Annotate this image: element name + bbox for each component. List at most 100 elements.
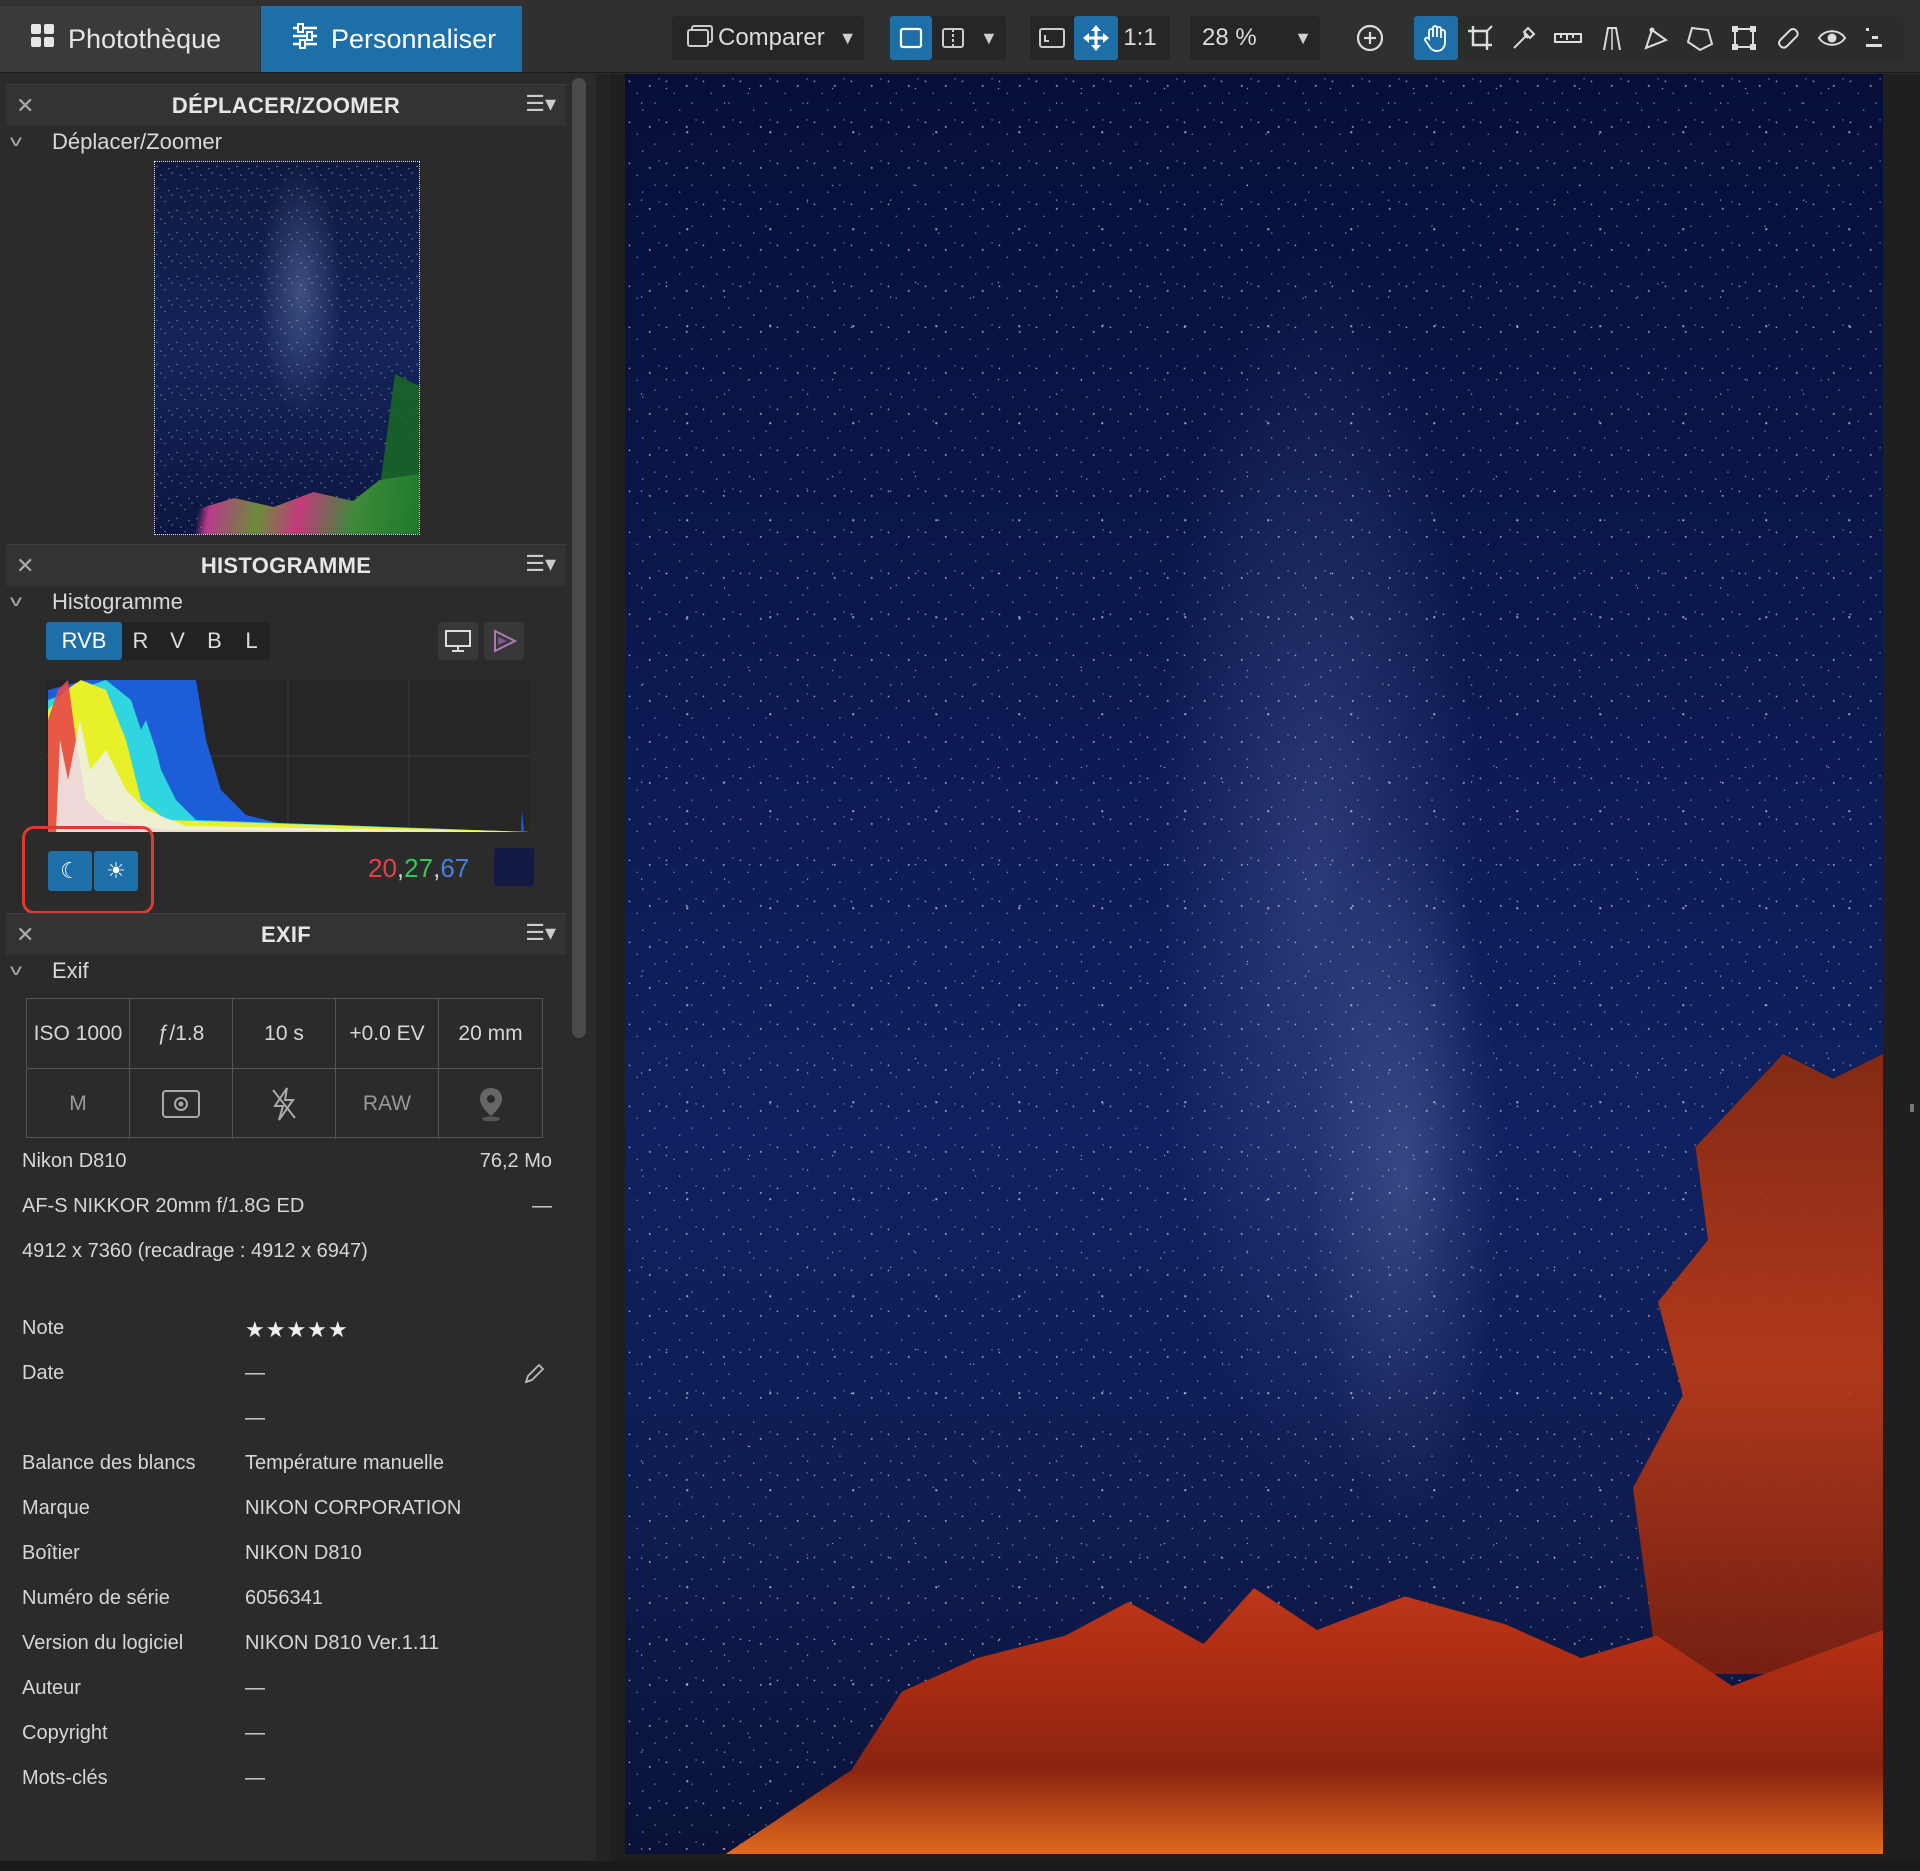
fit-screen-icon bbox=[1039, 28, 1065, 48]
shadow-clipping-button[interactable]: ☾ bbox=[48, 851, 92, 891]
lens-extra: — bbox=[532, 1195, 552, 1217]
move-icon bbox=[1083, 25, 1109, 51]
zoom-value: 28 % bbox=[1202, 24, 1257, 51]
exposure-comp-value: +0.0 EV bbox=[336, 999, 439, 1069]
sun-icon: ☀ bbox=[106, 858, 126, 883]
exif-section-toggle[interactable]: v Exif bbox=[10, 955, 89, 987]
channel-rvb-button[interactable]: RVB bbox=[46, 622, 122, 660]
panel-splitter[interactable] bbox=[596, 74, 610, 1861]
rating-stars[interactable]: ★★★★★ bbox=[245, 1317, 349, 1343]
meta-row-brand: Marque NIKON CORPORATION bbox=[22, 1497, 552, 1527]
polygon-icon bbox=[1686, 26, 1714, 52]
single-view-button[interactable] bbox=[890, 16, 932, 60]
single-view-icon bbox=[899, 27, 923, 49]
meta-key: Boîtier bbox=[22, 1542, 80, 1564]
preview-button[interactable] bbox=[1810, 16, 1854, 60]
chevron-down-icon: ▼ bbox=[1294, 27, 1312, 48]
meta-key: Numéro de série bbox=[22, 1587, 170, 1609]
meta-key: Mots-clés bbox=[22, 1767, 108, 1789]
exif-panel-title: EXIF bbox=[260, 922, 312, 947]
readout-separator: , bbox=[433, 853, 441, 883]
split-view-button[interactable] bbox=[932, 16, 974, 60]
readout-separator: , bbox=[396, 853, 405, 883]
meta-key: Copyright bbox=[22, 1722, 108, 1744]
focal-length-value: 20 mm bbox=[439, 999, 542, 1069]
metering-icon bbox=[130, 1069, 233, 1139]
exif-panel-header[interactable]: ✕ EXIF ☰▾ bbox=[6, 913, 566, 955]
chevron-down-icon[interactable]: ▼ bbox=[980, 28, 998, 49]
navigator-section-label: Déplacer/Zoomer bbox=[52, 129, 222, 154]
control-point-tool-button[interactable] bbox=[1634, 16, 1678, 60]
readout-blue: 67 bbox=[440, 853, 470, 883]
channel-l-button[interactable]: L bbox=[233, 622, 270, 660]
perspective-icon bbox=[1603, 27, 1621, 51]
highlight-clipping-button[interactable]: ☀ bbox=[94, 851, 138, 891]
menu-icon[interactable]: ☰▾ bbox=[525, 920, 556, 946]
meta-value: NIKON CORPORATION bbox=[245, 1497, 462, 1519]
fit-screen-button[interactable] bbox=[1030, 16, 1074, 60]
meta-key: Version du logiciel bbox=[22, 1632, 184, 1654]
meta-value: — bbox=[245, 1677, 265, 1699]
navigator-panel-header[interactable]: ✕ DÉPLACER/ZOOMER ☰▾ bbox=[6, 84, 566, 126]
meta-row-copyright: Copyright — bbox=[22, 1722, 552, 1752]
camera-line: Nikon D810 76,2 Mo bbox=[22, 1150, 552, 1173]
channel-v-button[interactable]: V bbox=[159, 622, 196, 660]
bandage-icon bbox=[1778, 28, 1799, 49]
navigator-thumbnail[interactable] bbox=[154, 161, 420, 535]
meta-row-software: Version du logiciel NIKON D810 Ver.1.11 bbox=[22, 1632, 552, 1662]
channel-r-button[interactable]: R bbox=[122, 622, 159, 660]
straighten-icon bbox=[1554, 33, 1582, 43]
fit-group: 1:1 bbox=[1030, 16, 1170, 60]
left-panel-scrollbar[interactable] bbox=[572, 78, 586, 1038]
repair-tool-button[interactable] bbox=[1766, 16, 1810, 60]
gamut-warning-button[interactable] bbox=[484, 622, 524, 660]
image-viewer[interactable] bbox=[610, 74, 1920, 1861]
polygon-tool-button[interactable] bbox=[1678, 16, 1722, 60]
meta-value: Température manuelle bbox=[245, 1452, 444, 1474]
menu-icon[interactable]: ☰▾ bbox=[525, 551, 556, 577]
compare-button[interactable]: Comparer ▼ bbox=[672, 16, 864, 60]
more-tools-button[interactable] bbox=[1854, 16, 1894, 60]
camera-name: Nikon D810 bbox=[22, 1150, 127, 1172]
histogram-section-toggle[interactable]: v Histogramme bbox=[10, 586, 183, 618]
chevron-down-icon: v bbox=[10, 962, 22, 979]
hand-tool-button[interactable] bbox=[1414, 16, 1458, 60]
color-swatch bbox=[494, 848, 534, 886]
navigator-section-toggle[interactable]: v Déplacer/Zoomer bbox=[10, 126, 222, 158]
move-button[interactable] bbox=[1074, 16, 1118, 60]
eyedropper-tool-button[interactable] bbox=[1502, 16, 1546, 60]
readout-red: 20 bbox=[368, 853, 397, 883]
histogram-panel-header[interactable]: ✕ HISTOGRAMME ☰▾ bbox=[6, 544, 566, 586]
meta-row-white-balance: Balance des blancs Température manuelle bbox=[22, 1452, 552, 1482]
eyedropper-icon bbox=[1513, 26, 1536, 49]
meta-value: NIKON D810 bbox=[245, 1542, 362, 1564]
grid-icon bbox=[30, 23, 56, 56]
menu-icon[interactable]: ☰▾ bbox=[525, 91, 556, 117]
aperture-value: ƒ/1.8 bbox=[130, 999, 233, 1069]
tab-customize-label: Personnaliser bbox=[331, 23, 497, 54]
zoom-in-button[interactable] bbox=[1350, 16, 1390, 60]
transform-tool-button[interactable] bbox=[1722, 16, 1766, 60]
photo-preview[interactable] bbox=[625, 74, 1883, 1854]
meta-key: Marque bbox=[22, 1497, 90, 1519]
one-to-one-button[interactable]: 1:1 bbox=[1118, 16, 1162, 60]
viewer-scroll-handle[interactable] bbox=[1910, 1104, 1914, 1112]
file-size: 76,2 Mo bbox=[479, 1150, 552, 1172]
display-profile-button[interactable] bbox=[438, 622, 478, 660]
meta-value: — bbox=[245, 1362, 265, 1384]
straighten-tool-button[interactable] bbox=[1546, 16, 1590, 60]
sliders-icon bbox=[291, 22, 319, 56]
zoom-select[interactable]: 28 % ▼ bbox=[1190, 16, 1320, 60]
tab-customize[interactable]: Personnaliser bbox=[261, 6, 522, 72]
histogram-graph bbox=[46, 680, 530, 832]
lens-line: AF-S NIKKOR 20mm f/1.8G ED — bbox=[22, 1195, 552, 1218]
meta-row-rating: Note ★★★★★ bbox=[22, 1317, 552, 1347]
compare-label: Comparer bbox=[718, 24, 825, 51]
tab-library[interactable]: Photothèque bbox=[0, 6, 260, 72]
crop-tool-button[interactable] bbox=[1458, 16, 1502, 60]
channel-b-button[interactable]: B bbox=[196, 622, 233, 660]
perspective-tool-button[interactable] bbox=[1590, 16, 1634, 60]
chevron-down-icon: v bbox=[10, 133, 22, 150]
pencil-icon[interactable] bbox=[522, 1362, 546, 1392]
control-point-icon bbox=[1644, 27, 1669, 50]
